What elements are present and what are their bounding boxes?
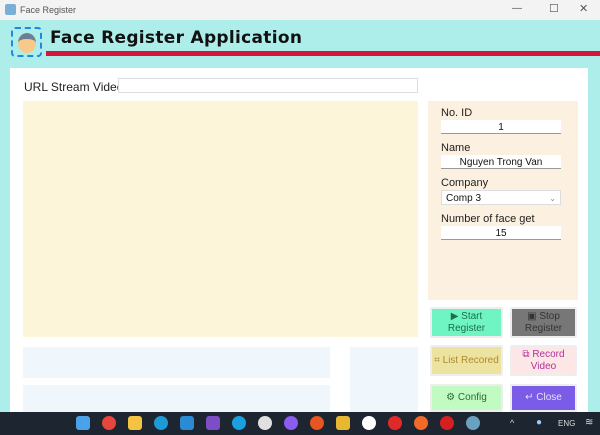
close-app-button[interactable]: ↵ Close bbox=[510, 384, 577, 412]
visual-studio-icon[interactable] bbox=[206, 416, 220, 430]
company-label: Company bbox=[441, 177, 489, 189]
return-icon: ↵ bbox=[525, 392, 534, 403]
maximize-button[interactable]: ☐ bbox=[549, 2, 559, 15]
app-title: Face Register Application bbox=[50, 28, 303, 48]
explorer-icon[interactable] bbox=[128, 416, 142, 430]
chrome-icon[interactable] bbox=[102, 416, 116, 430]
chevron-up-icon[interactable]: ^ bbox=[510, 418, 514, 428]
faces-label: Number of face get bbox=[441, 213, 535, 225]
name-label: Name bbox=[441, 142, 471, 154]
stop-register-button[interactable]: ▣ Stop Register bbox=[510, 307, 577, 338]
windows-icon[interactable] bbox=[76, 416, 90, 430]
face-register-icon[interactable] bbox=[466, 416, 480, 430]
list-icon: ⌗ bbox=[434, 354, 440, 366]
start-register-button[interactable]: ▶ Start Register bbox=[430, 307, 503, 338]
zalo-icon[interactable] bbox=[362, 416, 376, 430]
header-divider bbox=[46, 51, 600, 56]
id-label: No. ID bbox=[441, 107, 473, 119]
faces-input[interactable]: 15 bbox=[441, 226, 561, 240]
skype-icon[interactable] bbox=[232, 416, 246, 430]
face-preview-panel bbox=[350, 347, 418, 412]
main-content: URL Stream Video No. ID 1 Name Nguyen Tr… bbox=[10, 68, 588, 412]
close-button[interactable]: ✕ bbox=[579, 2, 588, 15]
pokeball-icon[interactable] bbox=[440, 416, 454, 430]
microphone-icon[interactable]: ● bbox=[536, 417, 542, 428]
app-header: Face Register Application bbox=[0, 20, 600, 68]
messenger-icon[interactable] bbox=[284, 416, 298, 430]
company-select[interactable]: Comp 3 ⌄ bbox=[441, 190, 561, 205]
app-icon bbox=[5, 4, 16, 15]
info-panel-1 bbox=[23, 347, 330, 378]
stop-icon: ▣ bbox=[527, 310, 537, 322]
edge-icon[interactable] bbox=[154, 416, 168, 430]
minimize-button[interactable]: — bbox=[512, 3, 522, 14]
id-input[interactable]: 1 bbox=[441, 120, 561, 134]
window-title: Face Register bbox=[20, 5, 77, 15]
slack-icon[interactable] bbox=[258, 416, 272, 430]
config-button[interactable]: ⚙ Config bbox=[430, 384, 503, 412]
url-input[interactable] bbox=[118, 78, 418, 93]
wifi-icon[interactable]: ≋ bbox=[585, 417, 593, 428]
ubuntu-icon[interactable] bbox=[310, 416, 324, 430]
play-icon: ▶ bbox=[450, 310, 459, 322]
record-video-button[interactable]: ⧉ Record Video bbox=[510, 345, 577, 376]
company-value: Comp 3 bbox=[446, 193, 482, 204]
video-display bbox=[23, 101, 418, 337]
anydesk-icon[interactable] bbox=[388, 416, 402, 430]
record-icon: ⧉ bbox=[522, 348, 530, 360]
name-input[interactable]: Nguyen Trong Van bbox=[441, 155, 561, 169]
postman-icon[interactable] bbox=[414, 416, 428, 430]
app-icon[interactable] bbox=[336, 416, 350, 430]
title-bar: Face Register — ☐ ✕ bbox=[0, 0, 600, 20]
url-label: URL Stream Video bbox=[24, 80, 124, 94]
gear-icon: ⚙ bbox=[446, 392, 456, 403]
register-form: No. ID 1 Name Nguyen Trong Van Company C… bbox=[428, 101, 578, 300]
face-scan-icon bbox=[11, 27, 42, 57]
vscode-icon[interactable] bbox=[180, 416, 194, 430]
info-panel-2 bbox=[23, 385, 330, 412]
list-recorded-button[interactable]: ⌗ List Recored bbox=[430, 345, 503, 376]
language-indicator[interactable]: ENG bbox=[558, 419, 575, 428]
chevron-down-icon: ⌄ bbox=[549, 194, 556, 203]
